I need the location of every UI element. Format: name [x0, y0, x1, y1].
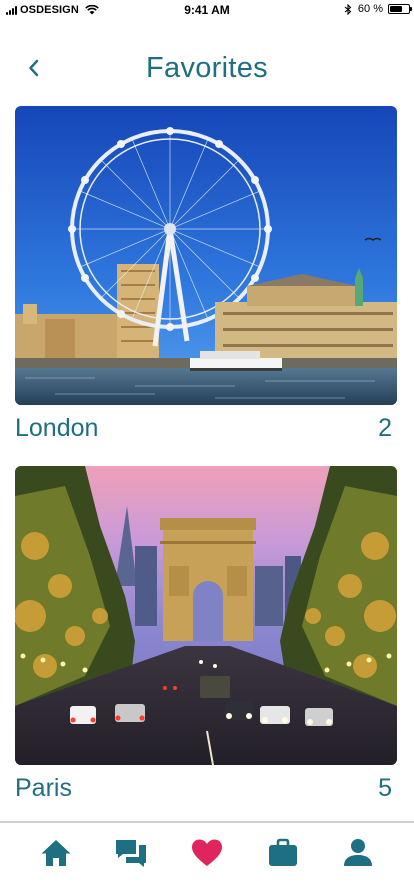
- battery-percent: 60 %: [357, 3, 383, 15]
- favorite-count: 2: [378, 414, 392, 442]
- favorite-count: 5: [378, 774, 392, 802]
- tab-profile[interactable]: [334, 829, 382, 877]
- status-bar: OSDESIGN 9:41 AM 60 %: [0, 0, 414, 20]
- tab-favorites[interactable]: [183, 829, 231, 877]
- page-title: Favorites: [146, 52, 268, 84]
- nav-header: Favorites: [0, 48, 414, 92]
- briefcase-icon: [268, 838, 297, 866]
- chat-icon: [116, 840, 147, 867]
- london-eye-photo[interactable]: [15, 106, 397, 405]
- battery-icon: [388, 4, 412, 14]
- user-icon: [344, 839, 373, 866]
- city-name: Paris: [15, 774, 72, 802]
- city-name: London: [15, 414, 99, 442]
- tab-messages[interactable]: [107, 829, 155, 877]
- home-icon: [41, 840, 71, 866]
- battery-fill: [390, 6, 402, 12]
- card-footer: London 2: [15, 405, 397, 449]
- tab-bar: [0, 821, 414, 887]
- favorite-card-paris[interactable]: Paris 5: [15, 466, 397, 809]
- favorite-card-london[interactable]: London 2: [15, 106, 397, 449]
- tab-home[interactable]: [32, 829, 80, 877]
- card-footer: Paris 5: [15, 765, 397, 809]
- status-right: 60 %: [344, 3, 412, 15]
- tab-trips[interactable]: [259, 829, 307, 877]
- heart-icon: [191, 839, 222, 866]
- bluetooth-icon: [344, 3, 352, 15]
- arc-de-triomphe-photo[interactable]: [15, 466, 397, 765]
